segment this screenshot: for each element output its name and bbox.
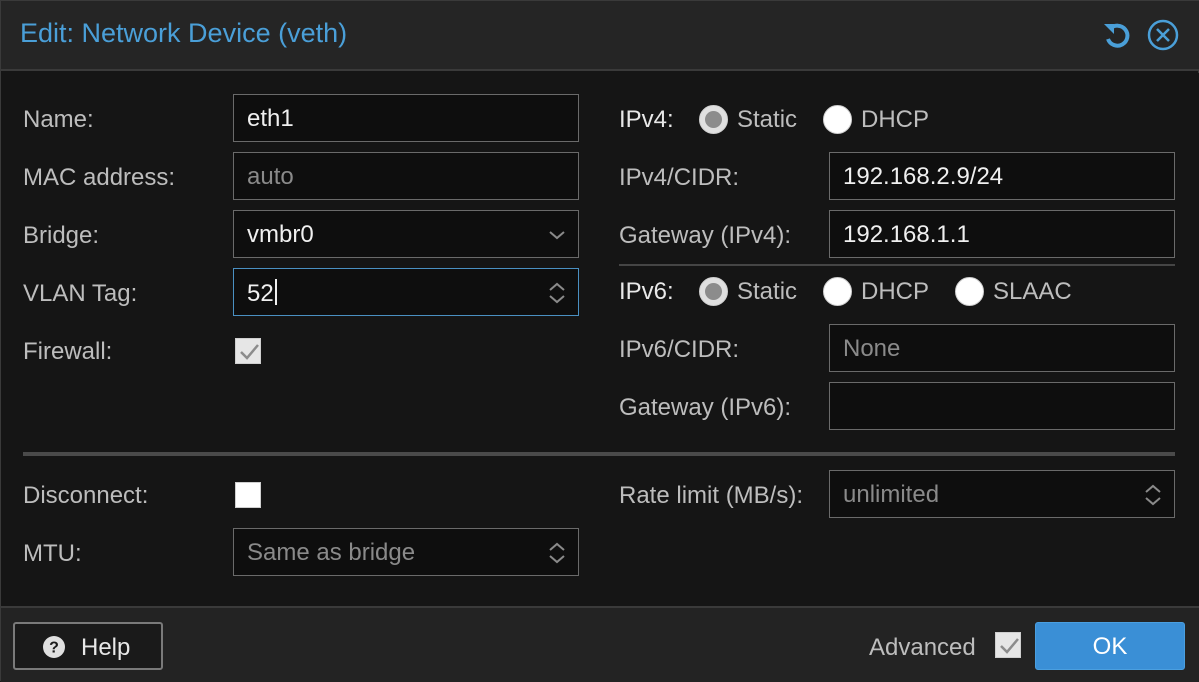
- help-button[interactable]: ? Help: [13, 622, 163, 670]
- name-value: eth1: [247, 105, 294, 132]
- close-icon[interactable]: [1147, 19, 1179, 51]
- advanced-label: Advanced: [869, 634, 976, 661]
- question-circle-icon: ?: [42, 635, 66, 666]
- ipv6-dhcp-radio[interactable]: [823, 277, 852, 306]
- ipv-divider: [619, 264, 1175, 266]
- ipv6-dhcp-label: DHCP: [861, 278, 930, 305]
- mac-address-label: MAC address:: [23, 164, 176, 191]
- bridge-select[interactable]: vmbr0: [233, 210, 579, 258]
- checkmark-icon: [1000, 638, 1019, 654]
- ipv6-cidr-field[interactable]: None: [829, 324, 1175, 372]
- gateway-ipv4-value: 192.168.1.1: [843, 221, 970, 248]
- rate-limit-label: Rate limit (MB/s):: [619, 482, 804, 509]
- name-label: Name:: [23, 106, 94, 133]
- ipv6-slaac-label: SLAAC: [993, 278, 1072, 305]
- bridge-value: vmbr0: [247, 221, 314, 248]
- firewall-checkbox[interactable]: [235, 338, 261, 364]
- name-field[interactable]: eth1: [233, 94, 579, 142]
- vlan-tag-value: 52: [247, 280, 274, 307]
- bridge-label: Bridge:: [23, 222, 100, 249]
- dialog-footer: ? Help Advanced OK: [1, 606, 1199, 682]
- ipv4-static-label: Static: [737, 106, 798, 133]
- ok-button[interactable]: OK: [1035, 622, 1185, 670]
- ipv4-cidr-label: IPv4/CIDR:: [619, 164, 740, 191]
- gateway-ipv6-field[interactable]: [829, 382, 1175, 430]
- gateway-ipv4-label: Gateway (IPv4):: [619, 222, 792, 249]
- advanced-checkbox[interactable]: [995, 632, 1021, 658]
- ipv6-cidr-placeholder: None: [843, 335, 901, 362]
- ipv6-slaac-radio[interactable]: [955, 277, 984, 306]
- spinner-arrows-icon[interactable]: [546, 541, 568, 565]
- ipv4-cidr-field[interactable]: 192.168.2.9/24: [829, 152, 1175, 200]
- ok-button-label: OK: [1092, 633, 1128, 660]
- ipv4-cidr-value: 192.168.2.9/24: [843, 163, 1004, 190]
- checkmark-icon: [240, 344, 259, 360]
- mac-address-placeholder: auto: [247, 163, 294, 190]
- mtu-placeholder: Same as bridge: [247, 539, 416, 566]
- ipv6-label: IPv6:: [619, 278, 674, 305]
- ipv6-cidr-label: IPv6/CIDR:: [619, 336, 740, 363]
- gateway-ipv6-label: Gateway (IPv6):: [619, 394, 792, 421]
- firewall-label: Firewall:: [23, 338, 113, 365]
- advanced-divider: [23, 452, 1175, 456]
- spinner-arrows-icon[interactable]: [546, 281, 568, 305]
- disconnect-checkbox[interactable]: [235, 482, 261, 508]
- text-cursor: [274, 279, 277, 305]
- reset-icon[interactable]: [1101, 19, 1133, 51]
- mtu-label: MTU:: [23, 540, 82, 567]
- dialog-titlebar: Edit: Network Device (veth): [1, 1, 1199, 71]
- ipv4-label: IPv4:: [619, 106, 674, 133]
- rate-limit-placeholder: unlimited: [843, 481, 940, 508]
- mtu-field[interactable]: Same as bridge: [233, 528, 579, 576]
- rate-limit-field[interactable]: unlimited: [829, 470, 1175, 518]
- dialog-title: Edit: Network Device (veth): [20, 18, 348, 48]
- ipv4-dhcp-radio[interactable]: [823, 105, 852, 134]
- spinner-arrows-icon[interactable]: [1142, 483, 1164, 507]
- ipv6-static-radio[interactable]: [699, 277, 728, 306]
- edit-network-device-dialog: Edit: Network Device (veth) Name: eth1 M…: [0, 0, 1199, 682]
- mac-address-field[interactable]: auto: [233, 152, 579, 200]
- ipv4-static-radio[interactable]: [699, 105, 728, 134]
- disconnect-label: Disconnect:: [23, 482, 149, 509]
- dialog-body: Name: eth1 MAC address: auto Bridge: vmb…: [1, 73, 1199, 606]
- help-button-label: Help: [81, 634, 131, 661]
- svg-text:?: ?: [49, 640, 59, 657]
- ipv4-dhcp-label: DHCP: [861, 106, 930, 133]
- ipv6-static-label: Static: [737, 278, 798, 305]
- vlan-tag-field[interactable]: 52: [233, 268, 579, 316]
- gateway-ipv4-field[interactable]: 192.168.1.1: [829, 210, 1175, 258]
- chevron-down-icon[interactable]: [546, 223, 568, 247]
- vlan-tag-label: VLAN Tag:: [23, 280, 138, 307]
